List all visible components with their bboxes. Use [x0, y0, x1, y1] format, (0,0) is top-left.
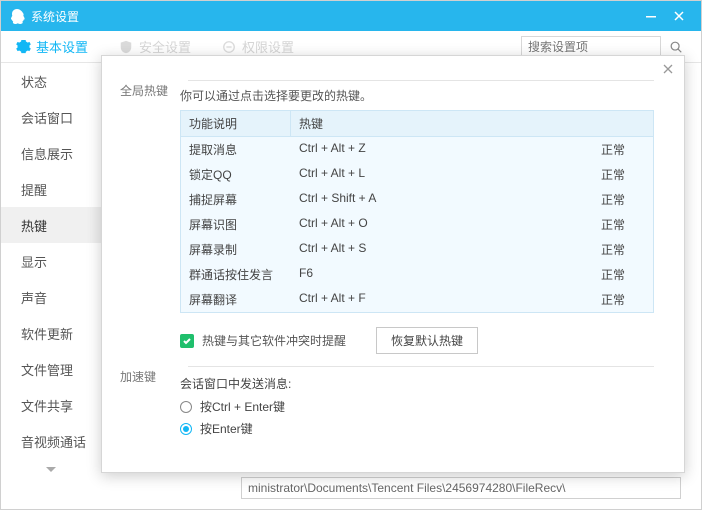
hotkey-table: 功能说明 热键 提取消息Ctrl + Alt + Z正常 锁定QQCtrl + … — [180, 110, 654, 313]
radio-icon — [180, 423, 192, 435]
table-row[interactable]: 群通话按住发言F6正常 — [181, 262, 653, 287]
permission-icon — [221, 39, 237, 55]
tab-security[interactable]: 安全设置 — [118, 37, 191, 56]
close-icon — [662, 63, 674, 75]
section-title-accel: 加速键 — [120, 366, 180, 442]
sidebar-item-hotkey[interactable]: 热键 — [1, 207, 101, 243]
tab-label: 基本设置 — [36, 37, 88, 56]
check-icon — [182, 336, 192, 346]
minimize-button[interactable] — [637, 1, 665, 31]
dialog-close-button[interactable] — [662, 62, 674, 78]
app-logo-icon — [9, 8, 25, 24]
sidebar-item-av-call[interactable]: 音视频通话 — [1, 423, 101, 459]
radio-icon — [180, 401, 192, 413]
sidebar-item-reminder[interactable]: 提醒 — [1, 171, 101, 207]
sidebar-item-file-share[interactable]: 文件共享 — [1, 387, 101, 423]
divider — [188, 80, 654, 81]
tab-permission[interactable]: 权限设置 — [221, 37, 294, 56]
conflict-label: 热键与其它软件冲突时提醒 — [202, 332, 346, 349]
table-row[interactable]: 捕捉屏幕Ctrl + Shift + A正常 — [181, 187, 653, 212]
restore-default-button[interactable]: 恢复默认热键 — [376, 327, 478, 354]
table-header: 功能说明 热键 — [181, 111, 653, 137]
divider — [188, 366, 654, 367]
tab-basic[interactable]: 基本设置 — [15, 37, 88, 56]
window-title: 系统设置 — [31, 8, 637, 25]
sidebar-scroll-down[interactable] — [1, 459, 101, 481]
tab-label: 安全设置 — [139, 37, 191, 56]
table-row[interactable]: 锁定QQCtrl + Alt + L正常 — [181, 162, 653, 187]
radio-ctrl-enter[interactable]: 按Ctrl + Enter键 — [180, 398, 654, 415]
radio-enter[interactable]: 按Enter键 — [180, 420, 654, 437]
hotkey-settings-dialog: 全局热键 你可以通过点击选择要更改的热键。 功能说明 热键 提取消息Ctrl +… — [101, 55, 685, 473]
sidebar-item-display[interactable]: 显示 — [1, 243, 101, 279]
conflict-checkbox[interactable] — [180, 334, 194, 348]
hotkey-description: 你可以通过点击选择要更改的热键。 — [180, 87, 654, 104]
file-path-field[interactable]: ministrator\Documents\Tencent Files\2456… — [241, 477, 681, 499]
sidebar-item-sound[interactable]: 声音 — [1, 279, 101, 315]
sidebar-item-status[interactable]: 状态 — [1, 63, 101, 99]
sidebar-item-info-display[interactable]: 信息展示 — [1, 135, 101, 171]
title-bar: 系统设置 — [1, 1, 701, 31]
sidebar: 状态 会话窗口 信息展示 提醒 热键 显示 声音 软件更新 文件管理 文件共享 … — [1, 63, 101, 509]
col-function: 功能说明 — [181, 111, 291, 136]
table-row[interactable]: 屏幕翻译Ctrl + Alt + F正常 — [181, 287, 653, 312]
table-row[interactable]: 屏幕录制Ctrl + Alt + S正常 — [181, 237, 653, 262]
sidebar-item-chat-window[interactable]: 会话窗口 — [1, 99, 101, 135]
table-row[interactable]: 屏幕识图Ctrl + Alt + O正常 — [181, 212, 653, 237]
table-row[interactable]: 提取消息Ctrl + Alt + Z正常 — [181, 137, 653, 162]
tab-label: 权限设置 — [242, 37, 294, 56]
shield-icon — [118, 39, 134, 55]
sidebar-item-update[interactable]: 软件更新 — [1, 315, 101, 351]
close-button[interactable] — [665, 1, 693, 31]
col-hotkey: 热键 — [291, 111, 653, 136]
accel-sub-label: 会话窗口中发送消息: — [180, 375, 654, 392]
chevron-down-icon — [45, 465, 57, 475]
section-title-global-hotkey: 全局热键 — [120, 80, 180, 354]
sidebar-item-file-mgmt[interactable]: 文件管理 — [1, 351, 101, 387]
gear-icon — [15, 39, 31, 55]
